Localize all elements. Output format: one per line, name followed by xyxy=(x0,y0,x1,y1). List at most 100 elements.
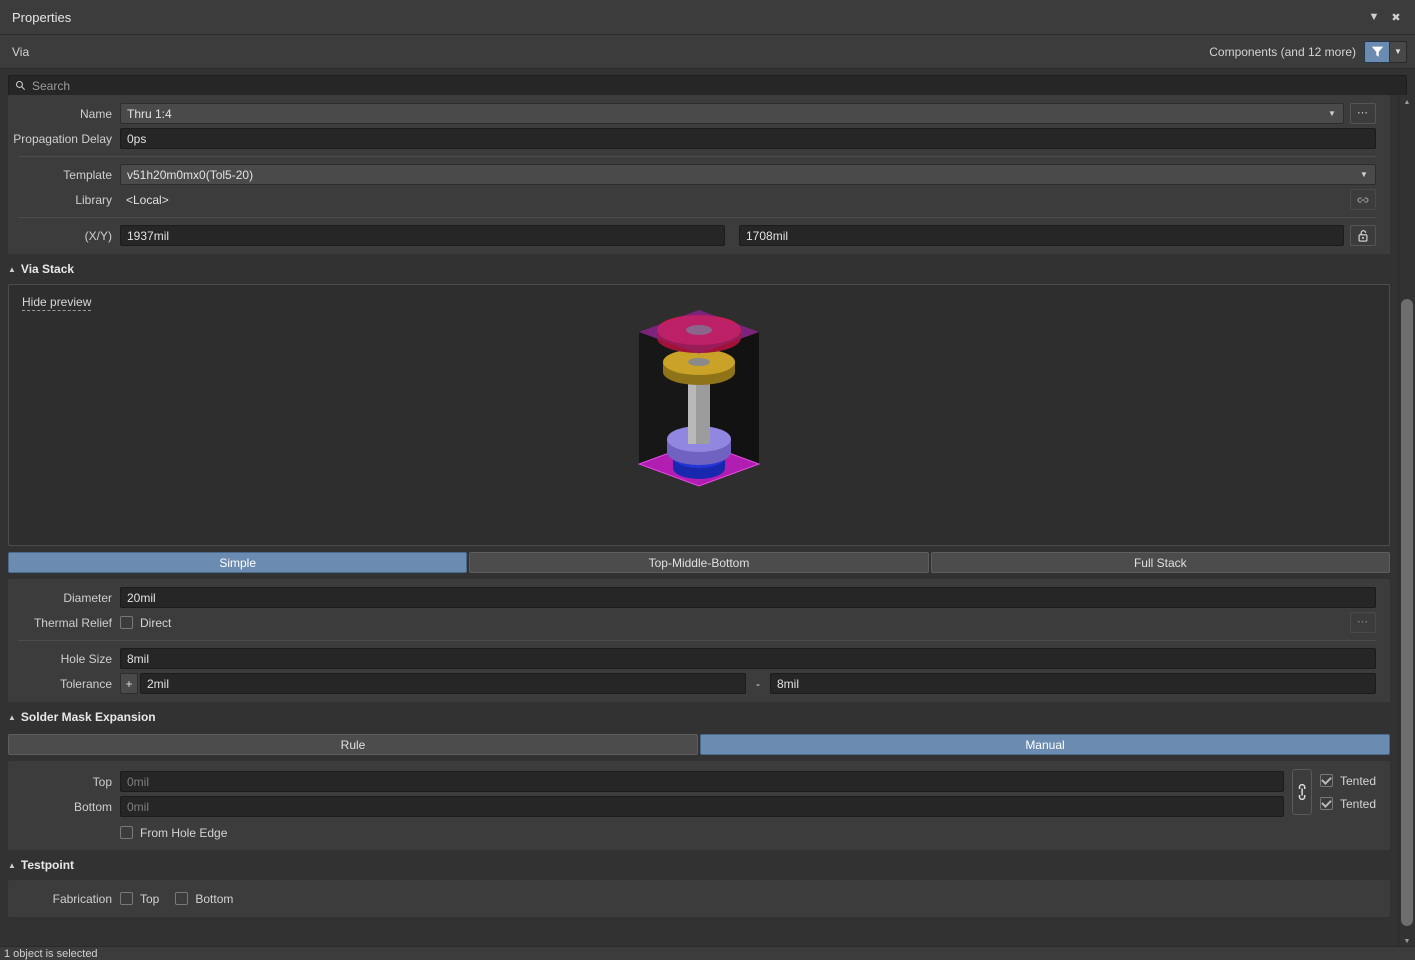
solder-mask-mode-rule[interactable]: Rule xyxy=(8,734,698,755)
search-input[interactable]: Search xyxy=(8,75,1407,96)
properties-content: Name Thru 1:4 ▼ ⋯ Propagation Delay 0ps … xyxy=(0,95,1398,948)
name-label: Name xyxy=(79,106,112,121)
page-title: Properties xyxy=(12,9,72,25)
chain-link-icon[interactable] xyxy=(1350,189,1376,210)
propagation-delay-label: Propagation Delay xyxy=(13,131,112,146)
search-placeholder: Search xyxy=(32,78,71,93)
solder-mask-bottom-row: Bottom 0mil xyxy=(8,794,1284,819)
fabrication-row: Fabrication Top Bottom xyxy=(8,886,1390,911)
triangle-collapse-icon[interactable]: ▲ xyxy=(8,861,16,870)
library-value: <Local> xyxy=(126,192,169,207)
scrollbar-thumb[interactable] xyxy=(1401,298,1413,926)
solder-mask-mode-tabs: Rule Manual xyxy=(8,734,1390,755)
solder-mask-params: Top 0mil Bottom 0mil Tented Tented From … xyxy=(8,761,1390,850)
via-stack-preview: Hide preview xyxy=(8,284,1390,546)
template-combo[interactable]: v51h20m0mx0(Tol5-20) ▼ xyxy=(120,164,1376,185)
thermal-relief-direct-label: Direct xyxy=(140,615,172,630)
solder-mask-top-input[interactable]: 0mil xyxy=(120,771,1284,792)
testpoint-top-label: Top xyxy=(140,891,160,906)
chevron-down-icon[interactable]: ▼ xyxy=(1322,103,1342,124)
checkbox-box[interactable] xyxy=(120,616,133,629)
hide-preview-link[interactable]: Hide preview xyxy=(22,295,92,311)
funnel-icon[interactable] xyxy=(1364,40,1390,63)
object-filter-bar: Via Components (and 12 more) ▼ xyxy=(0,35,1415,69)
name-combo[interactable]: Thru 1:4 ▼ xyxy=(120,103,1344,124)
hole-size-row: Hole Size 8mil xyxy=(8,646,1390,671)
xy-row: (X/Y) 1937mil 1708mil xyxy=(8,223,1390,248)
thermal-relief-direct-checkbox[interactable]: Direct xyxy=(120,616,171,630)
close-icon[interactable]: ✖ xyxy=(1385,6,1407,28)
diameter-input[interactable]: 20mil xyxy=(120,587,1376,608)
from-hole-edge-row: From Hole Edge xyxy=(8,821,1390,844)
testpoint-section-header[interactable]: ▲ Testpoint xyxy=(0,854,1398,876)
solder-mask-tented-group: Tented Tented xyxy=(1319,769,1376,815)
search-icon xyxy=(15,80,26,91)
checkbox-box[interactable] xyxy=(120,826,133,839)
tolerance-label: Tolerance xyxy=(59,676,112,691)
propagation-delay-row: Propagation Delay 0ps xyxy=(8,126,1390,151)
properties-panel: Properties ▼ ✖ Via Components (and 12 mo… xyxy=(0,0,1415,960)
divider xyxy=(18,640,1376,641)
unlocked-padlock-icon[interactable] xyxy=(1350,225,1376,246)
via-stack-mode-top-middle-bottom[interactable]: Top-Middle-Bottom xyxy=(469,552,929,573)
triangle-collapse-icon[interactable]: ▲ xyxy=(8,265,16,274)
solder-mask-bottom-tented-checkbox[interactable]: Tented xyxy=(1319,792,1376,815)
via-stack-simple-params: Diameter 20mil Thermal Relief Direct ⋯ H… xyxy=(8,579,1390,702)
fabrication-label: Fabrication xyxy=(52,891,112,906)
checkbox-box[interactable] xyxy=(120,892,133,905)
y-coordinate-input[interactable]: 1708mil xyxy=(739,225,1344,246)
triangle-up-icon[interactable]: ▲ xyxy=(1399,95,1415,109)
via-stack-title: Via Stack xyxy=(20,262,75,276)
filter-dropdown-icon[interactable]: ▼ xyxy=(1390,40,1407,63)
divider xyxy=(18,217,1376,218)
solder-mask-bottom-input[interactable]: 0mil xyxy=(120,796,1284,817)
library-row: Library <Local> xyxy=(8,187,1390,212)
testpoint-top-checkbox[interactable]: Top xyxy=(120,892,159,906)
triangle-collapse-icon[interactable]: ▲ xyxy=(8,713,16,722)
solder-mask-section-header[interactable]: ▲ Solder Mask Expansion xyxy=(0,706,1398,728)
propagation-delay-input[interactable]: 0ps xyxy=(120,128,1376,149)
tolerance-minus-input[interactable]: 8mil xyxy=(770,673,1376,694)
status-message: 1 object is selected xyxy=(4,947,98,960)
testpoint-bottom-checkbox[interactable]: Bottom xyxy=(175,892,233,906)
via-stack-mode-full-stack[interactable]: Full Stack xyxy=(930,552,1390,573)
via-stack-mode-tabs: Simple Top-Middle-Bottom Full Stack xyxy=(8,552,1390,573)
diameter-row: Diameter 20mil xyxy=(8,585,1390,610)
solder-mask-top-tented-checkbox[interactable]: Tented xyxy=(1319,769,1376,792)
solder-mask-top-row: Top 0mil xyxy=(8,769,1284,794)
general-section: Name Thru 1:4 ▼ ⋯ Propagation Delay 0ps … xyxy=(8,95,1390,254)
diameter-label: Diameter xyxy=(63,590,112,605)
solder-mask-grid: Top 0mil Bottom 0mil Tented Tented xyxy=(8,767,1390,821)
x-coordinate-input[interactable]: 1937mil xyxy=(120,225,725,246)
testpoint-bottom-label: Bottom xyxy=(195,891,234,906)
chevron-down-icon[interactable]: ▼ xyxy=(1354,164,1374,185)
divider xyxy=(18,156,1376,157)
hole-size-input[interactable]: 8mil xyxy=(120,648,1376,669)
testpoint-title: Testpoint xyxy=(20,858,75,872)
solder-mask-top-label: Top xyxy=(92,774,112,789)
name-more-button[interactable]: ⋯ xyxy=(1350,103,1376,124)
object-type-label: Via xyxy=(12,44,30,59)
from-hole-edge-checkbox[interactable]: From Hole Edge xyxy=(120,826,227,840)
vertical-scrollbar[interactable]: ▲ ▼ xyxy=(1398,95,1415,948)
template-row: Template v51h20m0mx0(Tol5-20) ▼ xyxy=(8,162,1390,187)
from-hole-edge-label: From Hole Edge xyxy=(140,825,228,840)
chevron-down-icon[interactable]: ▼ xyxy=(1363,6,1385,28)
tolerance-row: Tolerance + 2mil - 8mil xyxy=(8,671,1390,696)
name-value[interactable]: Thru 1:4 xyxy=(120,103,1344,124)
solder-mask-bottom-tented-label: Tented xyxy=(1339,796,1376,811)
checkbox-box[interactable] xyxy=(175,892,189,905)
hole-size-label: Hole Size xyxy=(60,651,112,666)
tolerance-plus-input[interactable]: 2mil xyxy=(140,673,746,694)
template-value[interactable]: v51h20m0mx0(Tol5-20) xyxy=(120,164,1376,185)
chain-link-icon[interactable] xyxy=(1291,769,1312,815)
via-stack-section-header[interactable]: ▲ Via Stack xyxy=(0,258,1398,280)
solder-mask-mode-manual[interactable]: Manual xyxy=(700,734,1390,755)
checkbox-box[interactable] xyxy=(1319,797,1333,810)
scrollbar-track[interactable] xyxy=(1401,109,1413,934)
solder-mask-title: Solder Mask Expansion xyxy=(20,710,156,724)
checkbox-box[interactable] xyxy=(1319,774,1333,787)
via-stack-mode-simple[interactable]: Simple xyxy=(8,552,468,573)
panel-title-bar: Properties ▼ ✖ xyxy=(0,0,1415,35)
thermal-relief-more-button[interactable]: ⋯ xyxy=(1350,612,1376,633)
